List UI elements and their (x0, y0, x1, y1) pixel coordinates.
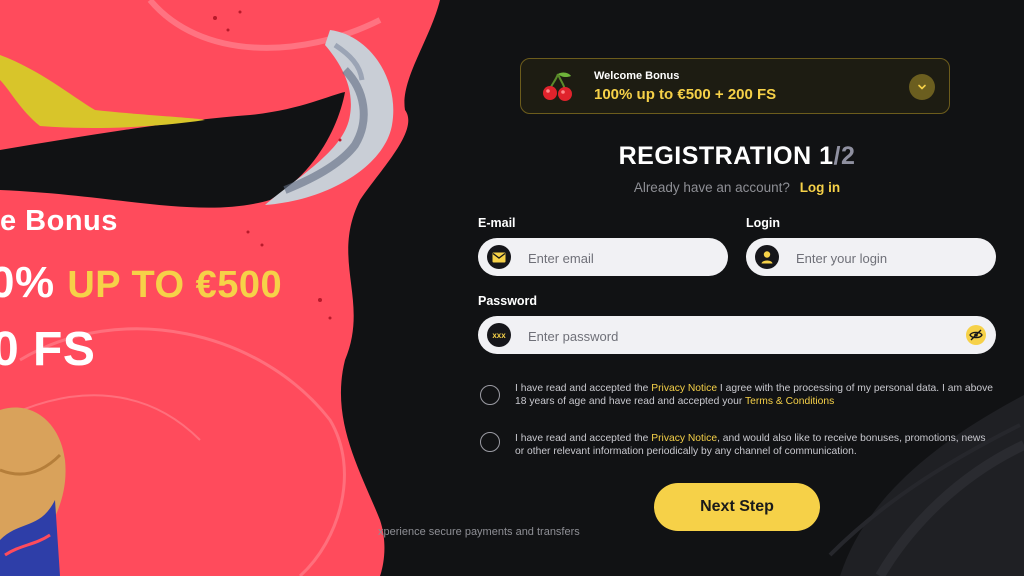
login-field[interactable] (746, 238, 996, 278)
promo-bonus-amount: 0% UP TO €500 (0, 258, 282, 308)
consent-privacy-terms-text: I have read and accepted the Privacy Not… (515, 382, 993, 408)
promo-bonus-heading: e Bonus (0, 205, 118, 237)
email-label: E-mail (478, 216, 516, 230)
login-input[interactable] (794, 238, 958, 278)
step-total: 2 (840, 142, 856, 170)
password-label: Password (478, 294, 538, 308)
next-step-button[interactable]: Next Step (654, 483, 820, 531)
email-field[interactable] (478, 238, 728, 278)
password-input[interactable] (526, 316, 958, 356)
envelope-icon (487, 245, 511, 269)
promo-free-spins: 0 FS (0, 323, 96, 376)
password-field[interactable]: xxx (478, 316, 996, 356)
registration-title: REGISTRATION 1/2 (478, 142, 996, 171)
email-input[interactable] (526, 238, 690, 278)
already-account-row: Already have an account? Log in (478, 180, 996, 195)
step-current: 1 (819, 142, 834, 170)
promo-panel: e Bonus 0% UP TO €500 0 FS (0, 0, 470, 576)
login-link[interactable]: Log in (800, 180, 841, 195)
privacy-notice-link[interactable]: Privacy Notice (651, 383, 717, 394)
eye-off-icon (969, 329, 983, 341)
promo-percent: 0% (0, 258, 55, 307)
consent-marketing-radio[interactable] (480, 432, 500, 452)
registration-form: REGISTRATION 1/2 Already have an account… (478, 0, 996, 576)
login-label: Login (746, 216, 781, 230)
password-icon-text: xxx (492, 330, 506, 340)
terms-conditions-link[interactable]: Terms & Conditions (745, 396, 834, 407)
consent-marketing-text: I have read and accepted the Privacy Not… (515, 432, 993, 458)
privacy-notice-link[interactable]: Privacy Notice (651, 433, 717, 444)
consent-text-part: I have read and accepted the (515, 433, 652, 444)
password-visibility-toggle[interactable] (966, 325, 986, 345)
already-account-text: Already have an account? (633, 180, 790, 195)
user-icon (755, 245, 779, 269)
consent-privacy-terms-radio[interactable] (480, 385, 500, 405)
step-separator: / (833, 142, 841, 170)
consent-text-part: I have read and accepted the (515, 383, 652, 394)
password-icon: xxx (487, 323, 511, 347)
registration-heading: REGISTRATION (618, 142, 812, 170)
promo-up-to: UP TO €500 (67, 264, 283, 306)
